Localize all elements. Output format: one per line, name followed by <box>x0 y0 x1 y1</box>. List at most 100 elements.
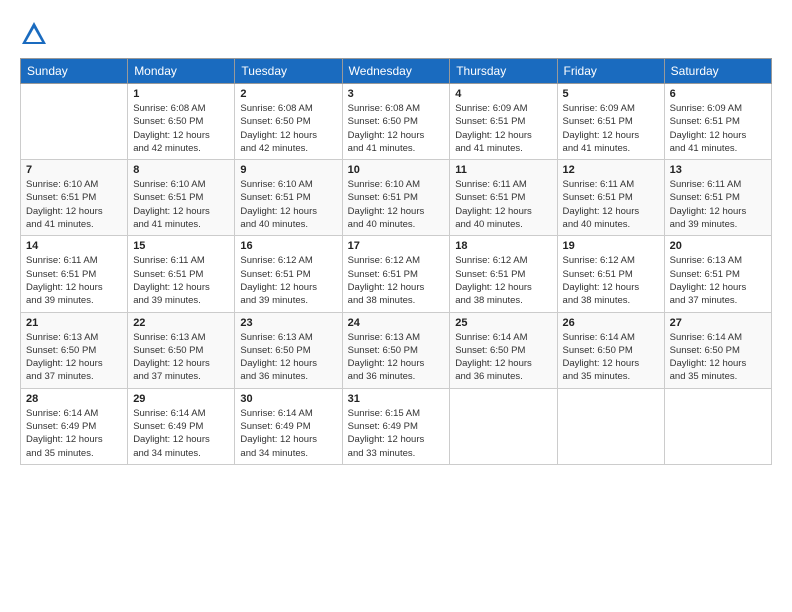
day-number: 6 <box>670 88 766 100</box>
calendar-cell: 14Sunrise: 6:11 AM Sunset: 6:51 PM Dayli… <box>21 236 128 312</box>
calendar-cell <box>450 388 557 464</box>
day-info: Sunrise: 6:14 AM Sunset: 6:50 PM Dayligh… <box>670 331 766 384</box>
calendar-cell: 11Sunrise: 6:11 AM Sunset: 6:51 PM Dayli… <box>450 160 557 236</box>
day-info: Sunrise: 6:11 AM Sunset: 6:51 PM Dayligh… <box>563 178 659 231</box>
calendar-cell: 31Sunrise: 6:15 AM Sunset: 6:49 PM Dayli… <box>342 388 450 464</box>
day-info: Sunrise: 6:14 AM Sunset: 6:49 PM Dayligh… <box>26 407 122 460</box>
day-info: Sunrise: 6:08 AM Sunset: 6:50 PM Dayligh… <box>133 102 229 155</box>
calendar-cell: 6Sunrise: 6:09 AM Sunset: 6:51 PM Daylig… <box>664 84 771 160</box>
day-info: Sunrise: 6:10 AM Sunset: 6:51 PM Dayligh… <box>26 178 122 231</box>
day-of-week-header: Tuesday <box>235 59 342 84</box>
calendar-cell: 28 Sunrise: 6:14 AM Sunset: 6:49 PM Dayli… <box>21 388 128 464</box>
calendar-week-row: 7 Sunrise: 6:10 AM Sunset: 6:51 PM Daylig… <box>21 160 772 236</box>
calendar-cell: 17Sunrise: 6:12 AM Sunset: 6:51 PM Dayli… <box>342 236 450 312</box>
day-number: 26 <box>563 317 659 329</box>
day-number: 12 <box>563 164 659 176</box>
day-info: Sunrise: 6:09 AM Sunset: 6:51 PM Dayligh… <box>455 102 551 155</box>
day-info: Sunrise: 6:13 AM Sunset: 6:50 PM Dayligh… <box>26 331 122 384</box>
calendar-cell: 4 Sunrise: 6:09 AM Sunset: 6:51 PM Daylig… <box>450 84 557 160</box>
day-info: Sunrise: 6:10 AM Sunset: 6:51 PM Dayligh… <box>133 178 229 231</box>
calendar-cell: 15Sunrise: 6:11 AM Sunset: 6:51 PM Dayli… <box>128 236 235 312</box>
calendar-cell: 1 Sunrise: 6:08 AM Sunset: 6:50 PM Daylig… <box>128 84 235 160</box>
day-number: 19 <box>563 240 659 252</box>
logo <box>20 20 52 48</box>
day-number: 4 <box>455 88 551 100</box>
day-of-week-header: Sunday <box>21 59 128 84</box>
day-of-week-header: Thursday <box>450 59 557 84</box>
calendar-cell: 2 Sunrise: 6:08 AM Sunset: 6:50 PM Daylig… <box>235 84 342 160</box>
calendar-cell: 22 Sunrise: 6:13 AM Sunset: 6:50 PM Dayli… <box>128 312 235 388</box>
day-number: 25 <box>455 317 551 329</box>
day-number: 3 <box>348 88 445 100</box>
calendar-cell: 30Sunrise: 6:14 AM Sunset: 6:49 PM Dayli… <box>235 388 342 464</box>
day-info: Sunrise: 6:14 AM Sunset: 6:49 PM Dayligh… <box>240 407 336 460</box>
day-number: 29 <box>133 393 229 405</box>
day-of-week-header: Wednesday <box>342 59 450 84</box>
day-number: 22 <box>133 317 229 329</box>
calendar-cell: 13 Sunrise: 6:11 AM Sunset: 6:51 PM Dayli… <box>664 160 771 236</box>
day-info: Sunrise: 6:15 AM Sunset: 6:49 PM Dayligh… <box>348 407 445 460</box>
calendar-week-row: 21 Sunrise: 6:13 AM Sunset: 6:50 PM Dayli… <box>21 312 772 388</box>
day-info: Sunrise: 6:12 AM Sunset: 6:51 PM Dayligh… <box>563 254 659 307</box>
day-info: Sunrise: 6:14 AM Sunset: 6:49 PM Dayligh… <box>133 407 229 460</box>
calendar-cell: 7 Sunrise: 6:10 AM Sunset: 6:51 PM Daylig… <box>21 160 128 236</box>
day-info: Sunrise: 6:13 AM Sunset: 6:50 PM Dayligh… <box>348 331 445 384</box>
day-info: Sunrise: 6:13 AM Sunset: 6:50 PM Dayligh… <box>240 331 336 384</box>
calendar-week-row: 14Sunrise: 6:11 AM Sunset: 6:51 PM Dayli… <box>21 236 772 312</box>
calendar-cell: 21 Sunrise: 6:13 AM Sunset: 6:50 PM Dayli… <box>21 312 128 388</box>
day-info: Sunrise: 6:11 AM Sunset: 6:51 PM Dayligh… <box>26 254 122 307</box>
page-header <box>20 20 772 48</box>
calendar-table: SundayMondayTuesdayWednesdayThursdayFrid… <box>20 58 772 465</box>
day-number: 21 <box>26 317 122 329</box>
day-of-week-header: Friday <box>557 59 664 84</box>
day-number: 7 <box>26 164 122 176</box>
day-number: 2 <box>240 88 336 100</box>
day-info: Sunrise: 6:08 AM Sunset: 6:50 PM Dayligh… <box>348 102 445 155</box>
calendar-cell: 3 Sunrise: 6:08 AM Sunset: 6:50 PM Daylig… <box>342 84 450 160</box>
calendar-cell: 20 Sunrise: 6:13 AM Sunset: 6:51 PM Dayli… <box>664 236 771 312</box>
calendar-cell <box>21 84 128 160</box>
calendar-cell: 9 Sunrise: 6:10 AM Sunset: 6:51 PM Daylig… <box>235 160 342 236</box>
day-info: Sunrise: 6:10 AM Sunset: 6:51 PM Dayligh… <box>240 178 336 231</box>
calendar-cell: 19 Sunrise: 6:12 AM Sunset: 6:51 PM Dayli… <box>557 236 664 312</box>
day-number: 23 <box>240 317 336 329</box>
day-number: 24 <box>348 317 445 329</box>
calendar-week-row: 28 Sunrise: 6:14 AM Sunset: 6:49 PM Dayli… <box>21 388 772 464</box>
day-number: 16 <box>240 240 336 252</box>
day-info: Sunrise: 6:13 AM Sunset: 6:50 PM Dayligh… <box>133 331 229 384</box>
calendar-cell: 8 Sunrise: 6:10 AM Sunset: 6:51 PM Daylig… <box>128 160 235 236</box>
day-info: Sunrise: 6:13 AM Sunset: 6:51 PM Dayligh… <box>670 254 766 307</box>
calendar-cell: 5 Sunrise: 6:09 AM Sunset: 6:51 PM Daylig… <box>557 84 664 160</box>
day-of-week-header: Monday <box>128 59 235 84</box>
calendar-cell: 18Sunrise: 6:12 AM Sunset: 6:51 PM Dayli… <box>450 236 557 312</box>
day-number: 1 <box>133 88 229 100</box>
day-number: 28 <box>26 393 122 405</box>
calendar-cell: 27 Sunrise: 6:14 AM Sunset: 6:50 PM Dayli… <box>664 312 771 388</box>
calendar-cell: 29 Sunrise: 6:14 AM Sunset: 6:49 PM Dayli… <box>128 388 235 464</box>
calendar-week-row: 1 Sunrise: 6:08 AM Sunset: 6:50 PM Daylig… <box>21 84 772 160</box>
day-number: 8 <box>133 164 229 176</box>
day-number: 20 <box>670 240 766 252</box>
calendar-cell: 12 Sunrise: 6:11 AM Sunset: 6:51 PM Dayli… <box>557 160 664 236</box>
day-number: 10 <box>348 164 445 176</box>
calendar-cell: 10Sunrise: 6:10 AM Sunset: 6:51 PM Dayli… <box>342 160 450 236</box>
calendar-cell: 16 Sunrise: 6:12 AM Sunset: 6:51 PM Dayli… <box>235 236 342 312</box>
day-info: Sunrise: 6:12 AM Sunset: 6:51 PM Dayligh… <box>455 254 551 307</box>
logo-icon <box>20 20 48 48</box>
day-info: Sunrise: 6:09 AM Sunset: 6:51 PM Dayligh… <box>563 102 659 155</box>
day-info: Sunrise: 6:11 AM Sunset: 6:51 PM Dayligh… <box>455 178 551 231</box>
calendar-cell: 26Sunrise: 6:14 AM Sunset: 6:50 PM Dayli… <box>557 312 664 388</box>
day-info: Sunrise: 6:08 AM Sunset: 6:50 PM Dayligh… <box>240 102 336 155</box>
day-of-week-header: Saturday <box>664 59 771 84</box>
calendar-header-row: SundayMondayTuesdayWednesdayThursdayFrid… <box>21 59 772 84</box>
calendar-cell: 24 Sunrise: 6:13 AM Sunset: 6:50 PM Dayli… <box>342 312 450 388</box>
day-info: Sunrise: 6:12 AM Sunset: 6:51 PM Dayligh… <box>240 254 336 307</box>
day-number: 5 <box>563 88 659 100</box>
day-number: 27 <box>670 317 766 329</box>
calendar-cell: 23 Sunrise: 6:13 AM Sunset: 6:50 PM Dayli… <box>235 312 342 388</box>
day-number: 9 <box>240 164 336 176</box>
day-info: Sunrise: 6:14 AM Sunset: 6:50 PM Dayligh… <box>455 331 551 384</box>
day-number: 15 <box>133 240 229 252</box>
day-info: Sunrise: 6:11 AM Sunset: 6:51 PM Dayligh… <box>670 178 766 231</box>
day-number: 13 <box>670 164 766 176</box>
